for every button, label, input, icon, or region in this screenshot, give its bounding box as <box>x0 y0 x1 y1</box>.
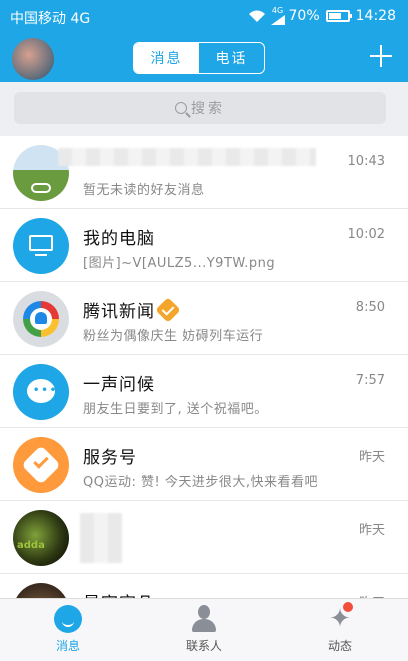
conversation-row-greeting[interactable]: ••• 一声问候 朋友生日要到了, 送个祝福吧。 7:57 <box>0 355 408 428</box>
tab-label: 消息 <box>55 639 80 653</box>
bell-icon <box>35 312 47 324</box>
message-icon <box>54 605 82 633</box>
conversation-title: 昊宇宗凡 <box>83 589 155 598</box>
conversation-row-redacted[interactable]: adda 昨天 <box>0 501 408 574</box>
avatar <box>13 583 69 598</box>
redacted-name <box>58 148 316 166</box>
timestamp: 10:43 <box>347 154 385 169</box>
battery-percent: 70% <box>288 8 320 24</box>
avatar <box>13 218 69 274</box>
network-type-label: 4G <box>271 6 284 15</box>
tab-bottom-messages[interactable]: 消息 <box>0 599 136 661</box>
last-message: 粉丝为偶像庆生 妨碍列车运行 <box>83 329 264 344</box>
clock: 14:28 <box>355 8 396 24</box>
wifi-icon <box>248 10 265 22</box>
redacted-name <box>80 513 122 563</box>
carrier-label: 中国移动 4G <box>10 11 91 27</box>
avatar <box>13 437 69 493</box>
conversation-title: 服务号 <box>83 448 137 468</box>
tab-bottom-activity[interactable]: ✦ 动态 <box>272 599 408 661</box>
search-area: 搜索 <box>0 82 408 136</box>
avatar: adda <box>13 510 69 566</box>
conversation-title: 我的电脑 <box>83 229 155 249</box>
tab-label: 联系人 <box>185 639 222 653</box>
search-icon <box>175 102 187 114</box>
last-message: [图片]~V[AULZ5...Y9TW.png <box>83 256 276 271</box>
conversation-title: 腾讯新闻 <box>83 297 181 323</box>
battery-icon <box>325 10 352 22</box>
signal-icon: 4G <box>270 6 285 25</box>
last-message: 暂无未读的好友消息 <box>83 183 205 198</box>
search-placeholder: 搜索 <box>191 101 225 117</box>
tab-bottom-contacts[interactable]: 联系人 <box>136 599 272 661</box>
notification-dot <box>343 602 353 612</box>
last-message: 朋友生日要到了, 送个祝福吧。 <box>83 402 268 417</box>
conversation-row-service[interactable]: 服务号 QQ运动: 赞! 今天进步很大,快来看看吧 昨天 <box>0 428 408 501</box>
contacts-icon <box>190 605 218 633</box>
verified-badge-icon <box>155 297 181 323</box>
timestamp: 7:57 <box>355 373 385 388</box>
avatar: ••• <box>13 364 69 420</box>
conversation-row-friend[interactable]: 暂无未读的好友消息 10:43 <box>0 136 408 209</box>
timestamp: 昨天 <box>358 450 385 465</box>
segment-control: 消息 电话 <box>133 42 265 74</box>
tab-messages[interactable]: 消息 <box>134 43 199 73</box>
timestamp: 昨天 <box>358 523 385 538</box>
conversation-row-partial[interactable]: 昊宇宗凡 昨天 <box>0 574 408 598</box>
search-input[interactable]: 搜索 <box>14 92 386 124</box>
conversation-row-my-computer[interactable]: 我的电脑 [图片]~V[AULZ5...Y9TW.png 10:02 <box>0 209 408 282</box>
monitor-icon <box>29 235 53 251</box>
tab-calls[interactable]: 电话 <box>199 43 264 73</box>
tab-label: 动态 <box>327 639 352 653</box>
add-icon[interactable] <box>368 43 394 69</box>
my-avatar[interactable] <box>12 38 54 80</box>
last-message: QQ运动: 赞! 今天进步很大,快来看看吧 <box>83 475 318 490</box>
link-icon <box>31 183 51 193</box>
avatar-text: adda <box>17 540 45 551</box>
status-icons: 4G 70% 14:28 <box>247 7 396 25</box>
conversation-title: 一声问候 <box>83 375 155 395</box>
status-bar: 中国移动 4G 4G 70% 14:28 <box>0 0 408 34</box>
timestamp: 8:50 <box>355 300 385 315</box>
conversation-list: 暂无未读的好友消息 10:43 我的电脑 [图片]~V[AULZ5...Y9TW… <box>0 136 408 598</box>
header-bar: 消息 电话 <box>0 34 408 82</box>
avatar <box>13 291 69 347</box>
timestamp: 10:02 <box>347 227 385 242</box>
conversation-row-tencent-news[interactable]: 腾讯新闻 粉丝为偶像庆生 妨碍列车运行 8:50 <box>0 282 408 355</box>
